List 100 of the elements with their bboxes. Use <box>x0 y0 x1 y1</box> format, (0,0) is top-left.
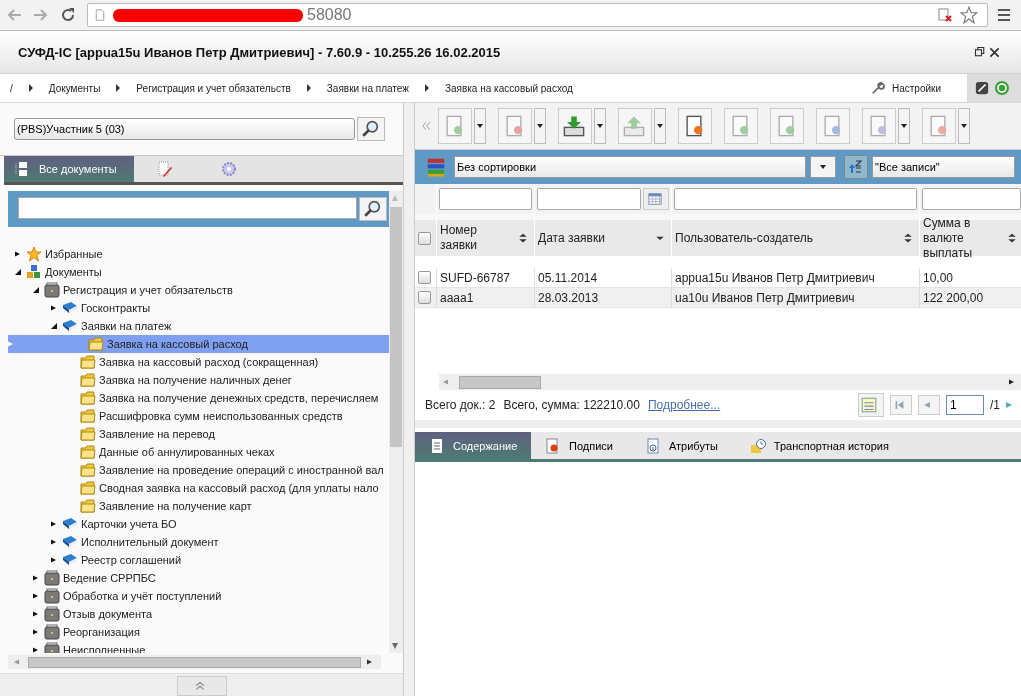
breadcrumb-link[interactable]: / <box>10 82 13 94</box>
restore-icon[interactable] <box>974 46 986 58</box>
menu-icon[interactable] <box>996 7 1012 23</box>
filter-field[interactable] <box>537 188 641 210</box>
organization-field[interactable]: (PBS)Участник 5 (03) <box>14 118 355 140</box>
expand-arrow-icon[interactable] <box>51 520 56 528</box>
expand-arrow-icon[interactable] <box>33 574 38 582</box>
tab[interactable]: Атрибуты <box>630 432 736 459</box>
star-icon[interactable] <box>960 6 978 24</box>
tree-item[interactable]: Заявка на получение денежных средств, перечисляем <box>8 389 389 407</box>
tree-item[interactable]: Исполнительный документ <box>8 533 389 551</box>
toolbar-button[interactable] <box>678 108 712 144</box>
tree-item[interactable]: Реестр соглашений <box>8 551 389 569</box>
scrollbar[interactable] <box>439 374 1021 390</box>
column-header[interactable]: Сумма в валюте выплаты <box>920 214 1021 256</box>
sort-dropdown[interactable]: Без сортировки <box>454 156 806 178</box>
stop-icon[interactable] <box>975 81 989 95</box>
search-field[interactable] <box>18 197 357 219</box>
tree-item[interactable]: Заявление на проведение операций с иностранной вал <box>8 461 389 479</box>
collapse-arrow-icon[interactable] <box>50 323 57 329</box>
scrollbar[interactable] <box>8 655 381 669</box>
close-icon[interactable] <box>989 46 1000 58</box>
tree-item[interactable]: Документы <box>8 263 389 281</box>
collapse-arrow-icon[interactable] <box>14 269 21 275</box>
right-arrow-icon <box>1009 378 1014 386</box>
expand-arrow-icon[interactable] <box>33 610 38 618</box>
expand-arrow-icon[interactable] <box>33 592 38 600</box>
column-header[interactable]: Номер заявки <box>437 214 535 256</box>
tab[interactable]: Транспортная история <box>735 432 907 459</box>
first-page-button[interactable] <box>890 395 912 415</box>
expand-arrow-icon[interactable] <box>51 538 56 546</box>
tree-item[interactable]: Данные об аннулированных чеках <box>8 443 389 461</box>
tree-item[interactable]: Заявки на платеж <box>8 317 389 335</box>
clock-icon <box>749 437 766 454</box>
checkbox[interactable] <box>418 291 431 304</box>
tree-item[interactable]: Избранные <box>8 245 389 263</box>
expand-arrow-icon[interactable] <box>51 556 56 564</box>
list-view-button[interactable] <box>858 393 884 417</box>
tree-item[interactable]: Заявка на получение наличных денег <box>8 371 389 389</box>
tree-item[interactable]: Регистрация и учет обязательств <box>8 281 389 299</box>
checkbox[interactable] <box>418 231 431 245</box>
search-icon <box>360 120 379 138</box>
tree-item[interactable]: Заявка на кассовый расход (сокращенная) <box>8 353 389 371</box>
details-link[interactable]: Подробнее... <box>648 398 721 412</box>
blocked-page-icon[interactable] <box>937 7 953 23</box>
search-button[interactable] <box>359 197 387 221</box>
breadcrumb-link[interactable]: Заявка на кассовый расход <box>444 82 573 94</box>
double-chevron-left-icon[interactable] <box>421 120 431 132</box>
left-arrow-icon <box>924 400 931 410</box>
back-arrow-icon[interactable] <box>6 7 22 23</box>
sort-arrow-icon <box>846 159 863 175</box>
tree-item[interactable]: Ведение СРРПБС <box>8 569 389 587</box>
address-field[interactable]: 58080 <box>87 3 988 27</box>
column-header[interactable]: Дата заявки <box>535 214 672 256</box>
tree-item[interactable]: Госконтракты <box>8 299 389 317</box>
tree-item[interactable]: Расшифровка сумм неиспользованных средств <box>8 407 389 425</box>
expand-arrow-icon[interactable] <box>51 304 56 312</box>
dropdown-button[interactable] <box>594 108 606 144</box>
book-icon <box>62 300 78 316</box>
tab[interactable]: Содержание <box>415 432 531 459</box>
expand-arrow-icon[interactable] <box>15 250 20 258</box>
tree-item[interactable]: Реорганизация <box>8 623 389 641</box>
expand-arrow-icon[interactable] <box>33 628 38 636</box>
breadcrumb-link[interactable]: Документы <box>48 82 101 94</box>
tree-item[interactable]: Заявление на получение карт <box>8 497 389 515</box>
search-button[interactable] <box>357 117 385 141</box>
forward-arrow-icon[interactable] <box>33 7 49 23</box>
column-header[interactable]: Пользователь-создатель <box>672 214 920 256</box>
sort-order-button[interactable] <box>844 155 868 179</box>
books-icon[interactable] <box>425 156 447 178</box>
scrollbar[interactable] <box>389 191 403 653</box>
checkbox[interactable] <box>418 271 431 284</box>
breadcrumb-link[interactable]: Заявки на платеж <box>326 82 409 94</box>
book-icon <box>62 534 78 550</box>
expand-arrow-icon[interactable] <box>33 646 38 653</box>
page-field[interactable]: 1 <box>946 395 984 415</box>
tree-item[interactable]: Обработка и учёт поступлений <box>8 587 389 605</box>
tree-item[interactable]: Отзыв документа <box>8 605 389 623</box>
splitter-handle[interactable] <box>403 103 415 696</box>
breadcrumb-link[interactable]: Регистрация и учет обязательств <box>136 82 291 94</box>
tree-item[interactable]: Сводная заявка на кассовый расход (для уплаты нало <box>8 479 389 497</box>
tree-item[interactable]: Заявка на кассовый расход <box>8 335 389 353</box>
filter-dropdown[interactable]: "Все записи" <box>872 156 1015 178</box>
down-arrow-icon <box>390 643 399 649</box>
previous-page-button[interactable] <box>918 395 940 415</box>
reload-icon[interactable] <box>60 7 76 23</box>
collapse-arrow-icon[interactable] <box>32 287 39 293</box>
refresh-icon[interactable] <box>994 80 1010 96</box>
folder-icon <box>80 498 96 514</box>
tree-item[interactable]: Карточки учета БО <box>8 515 389 533</box>
panel-tab[interactable]: Все документы <box>4 156 134 182</box>
settings-button[interactable]: Настройки <box>891 82 941 94</box>
tab[interactable]: Подписи <box>531 432 631 459</box>
sort-icon[interactable] <box>1007 231 1017 245</box>
calendar-button[interactable] <box>643 188 669 210</box>
tree-item[interactable]: Заявление на перевод <box>8 425 389 443</box>
next-page-icon[interactable] <box>1006 400 1012 410</box>
sort-icon[interactable] <box>518 231 528 245</box>
toolbar-button[interactable] <box>558 108 592 144</box>
sort-icon[interactable] <box>903 231 913 245</box>
